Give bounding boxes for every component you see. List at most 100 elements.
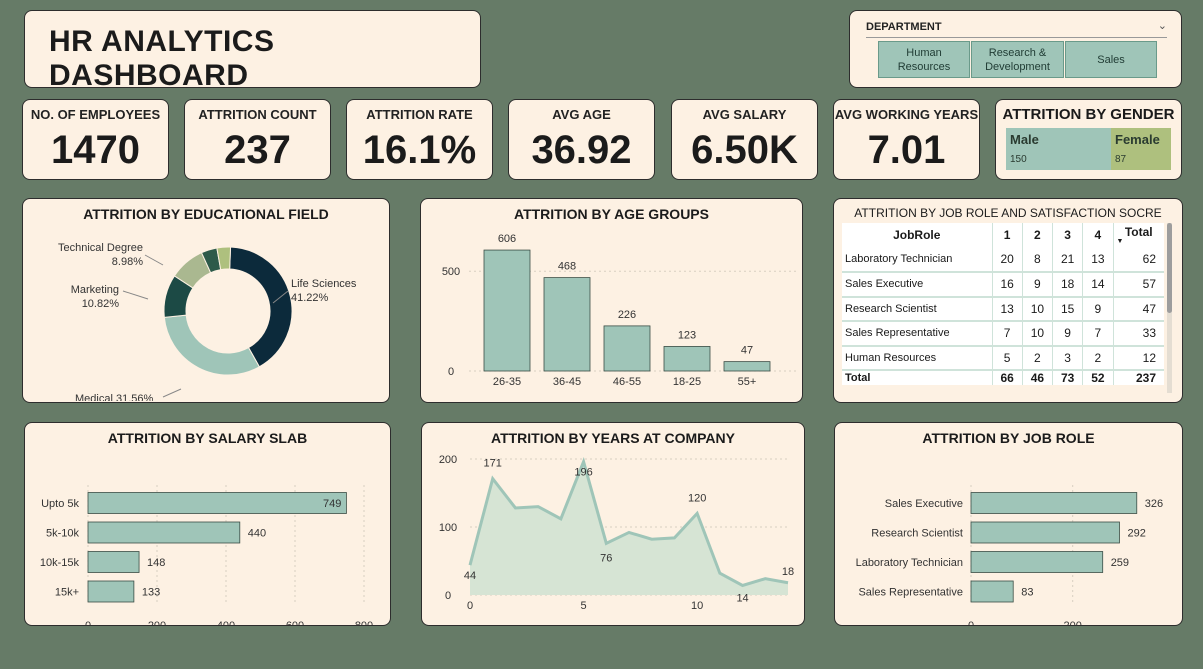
donut-slice	[229, 246, 293, 368]
job-role-bar-chart: 0 200 Sales Executive 326 Research Scientist…	[856, 485, 1163, 625]
cell-value: 9	[1021, 272, 1053, 298]
y-tick-label: 200	[439, 454, 457, 466]
y-tick-label: 0	[448, 366, 454, 378]
attrition-by-educational-field-card: ATTRITION BY EDUCATIONAL FIELD Life Scie…	[22, 198, 390, 403]
card-title: ATTRITION BY EDUCATIONAL FIELD	[83, 206, 329, 222]
scrollbar-thumb[interactable]	[1167, 223, 1172, 313]
leader-line	[144, 254, 164, 266]
bar	[87, 521, 241, 544]
cell-role: Sales Representative	[842, 321, 992, 347]
cell-value: 14	[1082, 272, 1113, 298]
kpi-value: 237	[224, 128, 291, 172]
kpi-card-attrition-rate: ATTRITION RATE 16.1%	[346, 99, 493, 180]
kpi-label: NO. OF EMPLOYEES	[30, 107, 161, 122]
column-header-3[interactable]: 3	[1051, 223, 1083, 248]
cell-value: 66	[991, 370, 1023, 385]
title-card: HR ANALYTICS DASHBOARD	[24, 10, 481, 92]
gender-female-tile[interactable]: Female 87	[1111, 128, 1171, 170]
donut-slice	[163, 314, 261, 376]
cell-value: 7	[991, 321, 1023, 347]
cell-value: 5	[991, 345, 1023, 371]
gender-male-tile[interactable]: Male 150	[1006, 128, 1111, 170]
bar	[970, 551, 1104, 573]
gender-count: 150	[1010, 154, 1027, 165]
table-row: Sales Representative 7 10 9 7 33	[842, 321, 1164, 347]
attrition-by-years-at-company-card: ATTRITION BY YEARS AT COMPANY 0 100 200 0 5 1…	[421, 422, 805, 626]
attrition-by-salary-slab-card: ATTRITION BY SALARY SLAB 0 200 400 600 800 Up…	[24, 422, 391, 626]
slice-label: 8.98%	[112, 256, 143, 268]
table-row: Human Resources 5 2 3 2 12	[842, 345, 1164, 371]
cell-value: 10	[1021, 321, 1053, 347]
kpi-value: 6.50K	[691, 128, 798, 172]
data-label: 148	[147, 557, 165, 569]
bar	[543, 277, 591, 372]
cell-value: 73	[1051, 370, 1083, 385]
column-header-1[interactable]: 1	[991, 223, 1023, 248]
department-option-sales[interactable]: Sales	[1065, 41, 1157, 78]
y-tick-label: Sales Executive	[885, 498, 963, 510]
card-title: ATTRITION BY JOB ROLE	[922, 430, 1095, 446]
department-label: DEPARTMENT	[866, 21, 942, 33]
bar	[970, 580, 1014, 603]
card-title: ATTRITION BY GENDER	[1002, 106, 1175, 123]
attrition-by-gender-card: ATTRITION BY GENDER Male 150 Female 87	[995, 99, 1182, 180]
chevron-down-icon[interactable]: ⌄	[1158, 19, 1167, 32]
years-at-company-area-chart: 0 100 200 0 5 10 44 171 196 76 120 14 18	[439, 454, 794, 612]
data-label: 14	[736, 592, 748, 604]
kpi-label: ATTRITION RATE	[366, 107, 473, 122]
x-tick-label: 55+	[738, 376, 757, 388]
bar	[970, 492, 1138, 514]
y-tick-label: 15k+	[55, 587, 79, 599]
cell-role: Laboratory Technician	[842, 247, 992, 273]
cell-value: 20	[991, 247, 1023, 273]
department-slicer: DEPARTMENT ⌄ Human Resources Research & …	[849, 10, 1182, 88]
table-total-row: Total 66 46 73 52 237	[842, 370, 1164, 385]
table-row: Sales Executive 16 9 18 14 57	[842, 272, 1164, 298]
card-title: ATTRITION BY SALARY SLAB	[107, 430, 308, 446]
cell-role: Total	[842, 370, 992, 385]
y-tick-label: Research Scientist	[871, 528, 963, 540]
slice-label: 10.82%	[82, 298, 120, 310]
divider	[866, 37, 1167, 38]
page-title: HR ANALYTICS DASHBOARD	[49, 25, 275, 92]
card-title: ATTRITION BY JOB ROLE AND SATISFACTION S…	[854, 206, 1162, 220]
cell-value: 2	[1021, 345, 1053, 371]
kpi-card-avg-working-years: AVG WORKING YEARS 7.01	[833, 99, 980, 180]
leader-line	[162, 388, 182, 398]
cell-total: 12	[1112, 345, 1164, 371]
department-option-research-development[interactable]: Research & Development	[971, 41, 1064, 78]
bar	[970, 521, 1120, 544]
y-tick-label: 100	[439, 522, 457, 534]
x-tick-label: 46-55	[613, 376, 641, 388]
kpi-label: AVG SALARY	[702, 107, 787, 122]
cell-value: 16	[991, 272, 1023, 298]
data-label: 123	[678, 329, 696, 341]
age-groups-bar-chart: 0 500 606 26-35 468 36-45 226 46-55 123 18-25 47 55…	[442, 233, 799, 388]
cell-value: 13	[1082, 247, 1113, 273]
x-tick-label: 18-25	[673, 376, 701, 388]
x-tick-label: 200	[1064, 620, 1082, 625]
cell-total: 62	[1112, 247, 1164, 273]
job-role-satisfaction-table: JobRole 1 2 3 4 Total ▼ Laboratory Techni…	[842, 223, 1164, 385]
column-header-2[interactable]: 2	[1021, 223, 1053, 248]
column-header-4[interactable]: 4	[1082, 223, 1113, 248]
cell-value: 10	[1021, 296, 1053, 322]
bar	[723, 361, 771, 372]
column-header-total[interactable]: Total ▼	[1112, 223, 1164, 248]
educational-field-donut-chart: Life Sciences 41.22% Medical 31.56% Marketi…	[58, 242, 357, 401]
slice-label: 41.22%	[291, 292, 329, 304]
cell-value: 18	[1051, 272, 1083, 298]
y-tick-label: Sales Representative	[858, 587, 963, 599]
area-fill	[470, 461, 788, 595]
department-option-human-resources[interactable]: Human Resources	[878, 41, 970, 78]
column-header-jobrole[interactable]: JobRole	[842, 223, 992, 248]
x-tick-label: 10	[691, 600, 703, 612]
data-label: 326	[1145, 498, 1163, 510]
cell-total: 47	[1112, 296, 1164, 322]
cell-role: Sales Executive	[842, 272, 992, 298]
data-label: 83	[1021, 587, 1033, 599]
data-label: 259	[1111, 557, 1129, 569]
kpi-label: AVG WORKING YEARS	[834, 107, 979, 122]
gender-label: Male	[1010, 132, 1039, 147]
kpi-card-attrition-count: ATTRITION COUNT 237	[184, 99, 331, 180]
